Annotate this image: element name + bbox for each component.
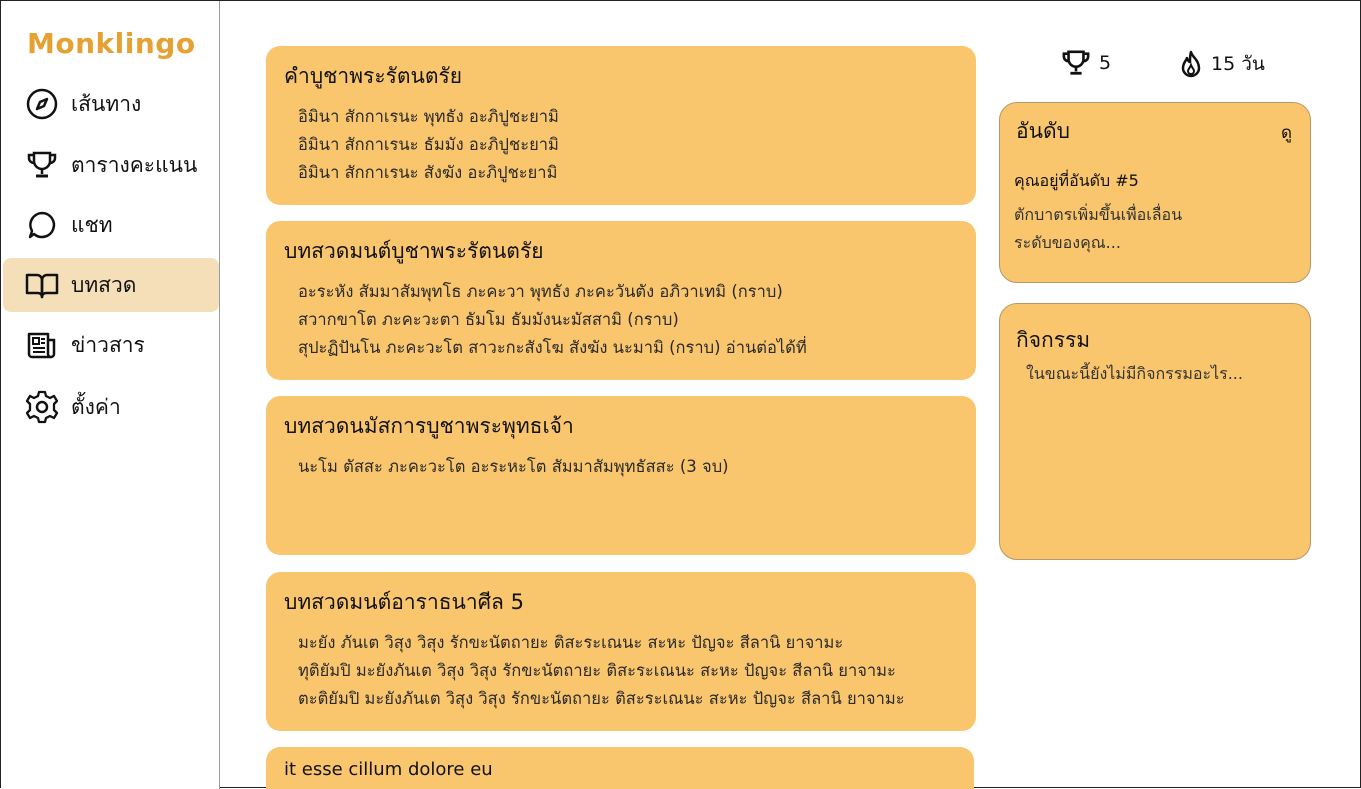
streak-value: 15 วัน <box>1211 53 1265 75</box>
sidebar-item-chants[interactable]: บทสวด <box>3 258 219 312</box>
sidebar-item-label: ข่าวสาร <box>71 332 145 357</box>
trophy-count-value: 5 <box>1099 52 1112 74</box>
gear-icon <box>25 390 59 424</box>
chant-line: ตะติยัมปิ มะยังภันเต วิสุง วิสุง รักขะนั… <box>298 689 905 708</box>
sidebar: Monklingo เส้นทาง ตารางคะแนน แชท บทสวด ข… <box>1 1 220 789</box>
activity-empty-text: ในขณะนี้ยังไม่มีกิจกรรมอะไร... <box>1026 364 1243 383</box>
chant-line: สุปะฏิปันโน ภะคะวะโต สาวะกะสังโฆ สังฆัง … <box>298 338 807 357</box>
activity-title: กิจกรรม <box>1016 328 1091 352</box>
streak-count: 15 วัน <box>1179 49 1265 79</box>
chant-line: อะระหัง สัมมาสัมพุทโธ ภะคะวา พุทธัง ภะคะ… <box>298 282 783 301</box>
ranking-panel: อันดับ ดู คุณอยู่ที่อันดับ #5 ตักบาตรเพิ… <box>999 102 1311 283</box>
trophy-count: 5 <box>1061 49 1111 77</box>
rank-hint-line: ตักบาตรเพิ่มขึ้นเพื่อเลื่อน <box>1014 205 1183 224</box>
chant-line: อิมินา สักกาเรนะ สังฆัง อะภิปูชะยามิ <box>298 163 558 182</box>
sidebar-item-label: ตารางคะแนน <box>71 152 198 177</box>
sidebar-item-label: ตั้งค่า <box>71 394 121 419</box>
chant-title: บทสวดมนต์บูชาพระรัตนตรัย <box>284 239 544 263</box>
rank-hint-line: ระดับของคุณ... <box>1014 233 1121 252</box>
app-logo[interactable]: Monklingo <box>27 27 196 60</box>
sidebar-item-news[interactable]: ข่าวสาร <box>3 318 219 372</box>
chant-line: อิมินา สักกาเรนะ ธัมมัง อะภิปูชะยามิ <box>298 135 559 154</box>
sidebar-item-label: เส้นทาง <box>71 91 142 116</box>
ranking-title: อันดับ <box>1016 119 1070 143</box>
sidebar-item-route[interactable]: เส้นทาง <box>3 77 219 131</box>
chant-title: it esse cillum dolore eu <box>284 759 493 780</box>
chant-line: สวากขาโต ภะคะวะตา ธัมโม ธัมมังนะมัสสามิ … <box>298 310 679 329</box>
chant-line: อิมินา สักกาเรนะ พุทธัง อะภิปูชะยามิ <box>298 107 559 126</box>
chant-card[interactable]: คำบูชาพระรัตนตรัย อิมินา สักกาเรนะ พุทธั… <box>266 46 976 205</box>
sidebar-item-label: บทสวด <box>71 272 137 297</box>
compass-icon <box>25 87 59 121</box>
chat-bubble-icon <box>25 208 59 242</box>
activity-panel: กิจกรรม ในขณะนี้ยังไม่มีกิจกรรมอะไร... <box>999 303 1311 560</box>
sidebar-item-settings[interactable]: ตั้งค่า <box>3 380 219 434</box>
sidebar-item-chat[interactable]: แชท <box>3 198 219 252</box>
sidebar-item-label: แชท <box>71 212 113 237</box>
chant-card[interactable]: บทสวดมนต์อาราธนาศีล 5 มะยัง ภันเต วิสุง … <box>266 572 976 731</box>
chant-title: บทสวดมนต์อาราธนาศีล 5 <box>284 590 524 614</box>
chant-card[interactable]: it esse cillum dolore eu <box>266 747 974 789</box>
chant-title: คำบูชาพระรัตนตรัย <box>284 64 463 88</box>
trophy-icon <box>1062 50 1090 75</box>
chant-card[interactable]: บทสวดมนต์บูชาพระรัตนตรัย อะระหัง สัมมาสั… <box>266 221 976 380</box>
chant-title: บทสวดนมัสการบูชาพระพุทธเจ้า <box>284 414 574 438</box>
chant-line: ทุติยัมปิ มะยังภันเต วิสุง วิสุง รักขะนั… <box>298 661 896 680</box>
newspaper-icon <box>25 328 59 362</box>
rank-text: คุณอยู่ที่อันดับ #5 <box>1014 171 1139 190</box>
sidebar-item-leaderboard[interactable]: ตารางคะแนน <box>3 138 219 192</box>
trophy-icon <box>25 148 59 182</box>
flame-icon <box>1181 50 1201 78</box>
chant-line: มะยัง ภันเต วิสุง วิสุง รักขะนัตถายะ ติส… <box>298 633 844 652</box>
open-book-icon <box>25 268 59 302</box>
view-ranking-link[interactable]: ดู <box>1281 119 1292 146</box>
chant-card[interactable]: บทสวดนมัสการบูชาพระพุทธเจ้า นะโม ตัสสะ ภ… <box>266 396 976 555</box>
chant-line: นะโม ตัสสะ ภะคะวะโต อะระหะโต สัมมาสัมพุท… <box>298 457 729 476</box>
